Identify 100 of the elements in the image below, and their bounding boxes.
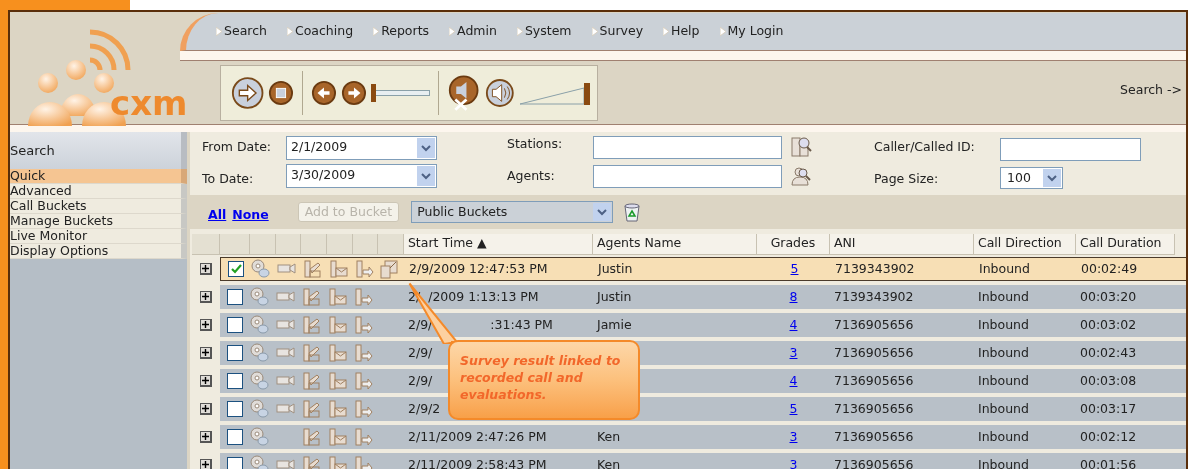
- disc-icon[interactable]: [250, 287, 270, 307]
- phone-edit-icon[interactable]: [302, 259, 323, 279]
- expand-button[interactable]: [200, 263, 212, 275]
- phone-forward-icon[interactable]: [352, 427, 373, 447]
- sidebar-item[interactable]: Call Buckets: [10, 199, 187, 214]
- checkbox[interactable]: [227, 317, 243, 333]
- play-button[interactable]: [231, 74, 265, 111]
- select-all-link[interactable]: All: [208, 205, 227, 225]
- disc-icon[interactable]: [250, 315, 270, 335]
- phone-edit-icon[interactable]: [301, 399, 322, 419]
- grade-link[interactable]: 3: [789, 343, 798, 363]
- nav-label[interactable]: Search: [224, 22, 267, 41]
- nav-label[interactable]: Survey: [599, 22, 644, 41]
- phone-edit-icon[interactable]: [301, 287, 322, 307]
- position-slider[interactable]: [371, 81, 431, 104]
- phone-forward-icon[interactable]: [352, 287, 373, 307]
- sidebar-item[interactable]: Live Monitor: [10, 229, 187, 244]
- nav-label[interactable]: Admin: [457, 22, 497, 41]
- phone-edit-icon[interactable]: [301, 343, 322, 363]
- phone-forward-icon[interactable]: [352, 315, 373, 335]
- column-header[interactable]: ANI: [829, 234, 974, 255]
- phone-edit-icon[interactable]: [301, 315, 322, 335]
- checkbox[interactable]: [227, 401, 243, 417]
- page-size-dropdown[interactable]: 100: [1000, 167, 1063, 189]
- phone-forward-icon[interactable]: [352, 343, 373, 363]
- recycle-bin-icon[interactable]: [623, 202, 642, 222]
- column-header[interactable]: Call Direction: [973, 234, 1076, 255]
- caller-id-field[interactable]: [1000, 138, 1141, 161]
- phone-forward-icon[interactable]: [353, 259, 374, 279]
- expand-button[interactable]: [200, 431, 212, 443]
- date-dropdown[interactable]: 2/1/2009: [286, 136, 437, 160]
- phone-forward-icon[interactable]: [352, 399, 373, 419]
- grade-link[interactable]: 5: [790, 259, 799, 279]
- slider-thumb[interactable]: [584, 82, 591, 105]
- phone-edit-icon[interactable]: [301, 455, 322, 469]
- checkbox[interactable]: [228, 261, 244, 277]
- column-header[interactable]: Start Time ▲: [403, 234, 593, 255]
- expand-button[interactable]: [200, 319, 212, 331]
- agents-field[interactable]: [593, 165, 782, 188]
- disc-icon[interactable]: [250, 455, 270, 469]
- expand-button[interactable]: [200, 347, 212, 359]
- phone-edit-icon[interactable]: [301, 371, 322, 391]
- checkbox[interactable]: [227, 345, 243, 361]
- phone-mail-icon[interactable]: [326, 287, 347, 307]
- expand-button[interactable]: [200, 459, 212, 469]
- sidebar-item[interactable]: Quick: [10, 169, 187, 184]
- disc-icon[interactable]: [250, 399, 270, 419]
- sidebar-item[interactable]: Display Options: [10, 244, 187, 259]
- phone-forward-icon[interactable]: [352, 455, 373, 469]
- expand-button[interactable]: [200, 375, 212, 387]
- disc-icon[interactable]: [251, 259, 271, 279]
- grade-link[interactable]: 5: [789, 399, 798, 419]
- grade-link[interactable]: 8: [789, 287, 798, 307]
- phone-mail-icon[interactable]: [326, 343, 347, 363]
- checkbox[interactable]: [227, 289, 243, 305]
- phone-mail-icon[interactable]: [326, 371, 347, 391]
- grade-link[interactable]: 3: [789, 427, 798, 447]
- sidebar-item[interactable]: Manage Buckets: [10, 214, 187, 229]
- phone-edit-icon[interactable]: [301, 427, 322, 447]
- column-header[interactable]: Call Duration: [1075, 234, 1175, 255]
- sidebar-item[interactable]: Advanced: [10, 184, 187, 199]
- stations-field[interactable]: [593, 136, 782, 159]
- volume-button[interactable]: [484, 76, 515, 109]
- phone-forward-icon[interactable]: [352, 371, 373, 391]
- grade-link[interactable]: 4: [789, 371, 798, 391]
- phone-mail-icon[interactable]: [326, 427, 347, 447]
- bucket-dropdown[interactable]: Public Buckets: [411, 201, 614, 223]
- nav-label[interactable]: Coaching: [294, 22, 354, 41]
- nav-label[interactable]: Help: [671, 22, 700, 41]
- checkbox[interactable]: [227, 457, 243, 469]
- date-dropdown[interactable]: 3/30/2009: [286, 164, 437, 188]
- checkbox[interactable]: [227, 429, 243, 445]
- table-row[interactable]: 2/11/2009 2:58:43 PM Ken 3 7136905656 Inbound 00:01:56: [220, 453, 1186, 469]
- forward-button[interactable]: [341, 78, 368, 107]
- grade-link[interactable]: 4: [789, 315, 798, 335]
- column-header[interactable]: Agents Name: [592, 234, 757, 255]
- nav-label[interactable]: Reports: [381, 22, 430, 41]
- slider-thumb[interactable]: [371, 83, 377, 102]
- disc-icon[interactable]: [250, 371, 270, 391]
- phone-mail-icon[interactable]: [326, 455, 347, 469]
- disc-icon[interactable]: [250, 427, 270, 447]
- grade-link[interactable]: 3: [789, 455, 798, 469]
- disc-icon[interactable]: [250, 343, 270, 363]
- expand-button[interactable]: [200, 291, 212, 303]
- table-row[interactable]: 2/9/2009 12:47:53 PM Justin 5 7139343902 Inbound 00:02:49: [220, 257, 1186, 281]
- table-row[interactable]: 2/11/2009 2:47:26 PM Ken 3 7136905656 Inbound 00:02:12: [220, 425, 1186, 449]
- select-none-link[interactable]: None: [232, 205, 269, 225]
- stop-button[interactable]: [268, 78, 295, 107]
- nav-label[interactable]: My Login: [727, 22, 784, 41]
- phone-mail-icon[interactable]: [326, 399, 347, 419]
- column-header[interactable]: Grades: [756, 234, 830, 255]
- documents-icon[interactable]: [379, 259, 400, 279]
- table-row[interactable]: 2/9/ :31:43 PM Jamie 4 7136905656 Inbound 00:03:02: [220, 313, 1186, 337]
- nav-label[interactable]: System: [524, 22, 572, 41]
- phone-mail-icon[interactable]: [327, 259, 348, 279]
- expand-button[interactable]: [200, 403, 212, 415]
- mute-button[interactable]: [447, 73, 481, 112]
- checkbox[interactable]: [227, 373, 243, 389]
- rewind-button[interactable]: [311, 78, 338, 107]
- phone-mail-icon[interactable]: [326, 315, 347, 335]
